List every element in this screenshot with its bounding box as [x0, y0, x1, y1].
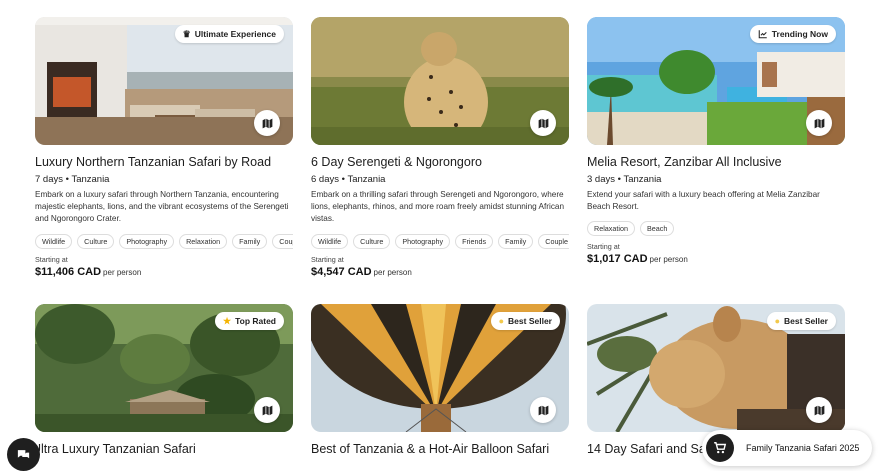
- map-button[interactable]: [806, 397, 832, 423]
- tour-image[interactable]: ● Best Seller: [311, 304, 569, 432]
- tour-image[interactable]: [311, 17, 569, 145]
- tour-price: $1,017 CAD per person: [587, 253, 688, 266]
- starting-at-label: Starting at: [35, 254, 68, 264]
- map-button[interactable]: [806, 110, 832, 136]
- map-button[interactable]: [254, 397, 280, 423]
- tour-title[interactable]: Melia Resort, Zanzibar All Inclusive: [587, 155, 845, 169]
- map-icon: [814, 118, 824, 128]
- chat-icon: [17, 450, 30, 459]
- trip-cart-button[interactable]: Family Tanzania Safari 2025: [702, 430, 872, 466]
- badge-top-rated: ★ Top Rated: [214, 312, 284, 330]
- tour-title[interactable]: 6 Day Serengeti & Ngorongoro: [311, 155, 569, 169]
- tag-chip[interactable]: Photography: [119, 233, 175, 249]
- cart-label: Family Tanzania Safari 2025: [746, 443, 860, 453]
- tour-card[interactable]: ♛ Ultimate Experience Luxury Northern Ta…: [35, 17, 293, 278]
- tour-card[interactable]: ★ Top Rated Ultra Luxury Tanzanian Safar…: [32, 304, 293, 456]
- map-button[interactable]: [254, 110, 280, 136]
- tour-title[interactable]: Best of Tanzania & a Hot-Air Balloon Saf…: [311, 442, 569, 456]
- tag-chip[interactable]: Culture: [353, 233, 391, 249]
- tour-image[interactable]: ♛ Ultimate Experience: [35, 17, 293, 145]
- tour-title[interactable]: Ultra Luxury Tanzanian Safari: [32, 442, 293, 456]
- tag-chip[interactable]: Beach: [639, 221, 675, 237]
- tag-list: Wildlife Culture Photography Friends Fam…: [311, 233, 569, 249]
- tour-meta: 7 days • Tanzania: [35, 174, 110, 185]
- medal-icon: ●: [774, 315, 781, 326]
- cart-icon-wrap: [706, 434, 734, 462]
- tag-chip[interactable]: Friends: [455, 233, 494, 249]
- tag-chip[interactable]: Family: [498, 233, 534, 249]
- tour-meta: 6 days • Tanzania: [311, 174, 386, 185]
- cart-icon: [714, 442, 727, 454]
- crown-icon: ♛: [182, 28, 191, 39]
- badge-ultimate-experience: ♛ Ultimate Experience: [174, 25, 284, 43]
- tag-chip[interactable]: Photography: [395, 233, 451, 249]
- starting-at-label: Starting at: [311, 254, 344, 264]
- tag-chip[interactable]: Coup: [272, 233, 293, 249]
- badge-best-seller: ● Best Seller: [766, 312, 836, 330]
- map-button[interactable]: [530, 110, 556, 136]
- tag-chip[interactable]: Couple: [538, 233, 569, 249]
- medal-icon: ●: [498, 315, 505, 326]
- map-button[interactable]: [530, 397, 556, 423]
- tag-list: Relaxation Beach: [587, 221, 845, 237]
- tag-chip[interactable]: Relaxation: [179, 233, 228, 249]
- tour-price: $4,547 CAD per person: [311, 265, 412, 278]
- tag-chip[interactable]: Relaxation: [587, 221, 635, 237]
- star-icon: ★: [222, 315, 232, 326]
- chat-button[interactable]: [7, 438, 40, 471]
- map-icon: [262, 405, 272, 415]
- map-icon: [814, 405, 824, 415]
- tour-card[interactable]: 6 Day Serengeti & Ngorongoro 6 days • Ta…: [311, 17, 569, 278]
- tag-chip[interactable]: Family: [232, 233, 268, 249]
- tour-card[interactable]: Trending Now Melia Resort, Zanzibar All …: [587, 17, 845, 265]
- tag-chip[interactable]: Culture: [77, 233, 115, 249]
- badge-best-seller: ● Best Seller: [490, 312, 560, 330]
- tour-description: Embark on a luxury safari through Northe…: [35, 190, 289, 224]
- trending-icon: [758, 30, 767, 39]
- tour-price: $11,406 CAD per person: [35, 265, 142, 278]
- tag-chip[interactable]: Wildlife: [35, 233, 73, 249]
- map-icon: [538, 405, 548, 415]
- tour-title[interactable]: Luxury Northern Tanzanian Safari by Road: [35, 155, 293, 169]
- tour-image[interactable]: ● Best Seller: [587, 304, 845, 432]
- starting-at-label: Starting at: [587, 242, 620, 252]
- tour-image[interactable]: ★ Top Rated: [35, 304, 293, 432]
- tag-list: Wildlife Culture Photography Relaxation …: [35, 233, 293, 249]
- tour-meta: 3 days • Tanzania: [587, 174, 662, 185]
- map-icon: [538, 118, 548, 128]
- tour-description: Embark on a thrilling safari through Ser…: [311, 190, 565, 224]
- tour-image[interactable]: Trending Now: [587, 17, 845, 145]
- tag-chip[interactable]: Wildlife: [311, 233, 349, 249]
- tour-description: Extend your safari with a luxury beach o…: [587, 190, 820, 212]
- map-icon: [262, 118, 272, 128]
- tour-card[interactable]: ● Best Seller Best of Tanzania & a Hot-A…: [311, 304, 569, 456]
- tour-grid: ♛ Ultimate Experience Luxury Northern Ta…: [0, 0, 881, 465]
- badge-trending-now: Trending Now: [749, 25, 836, 43]
